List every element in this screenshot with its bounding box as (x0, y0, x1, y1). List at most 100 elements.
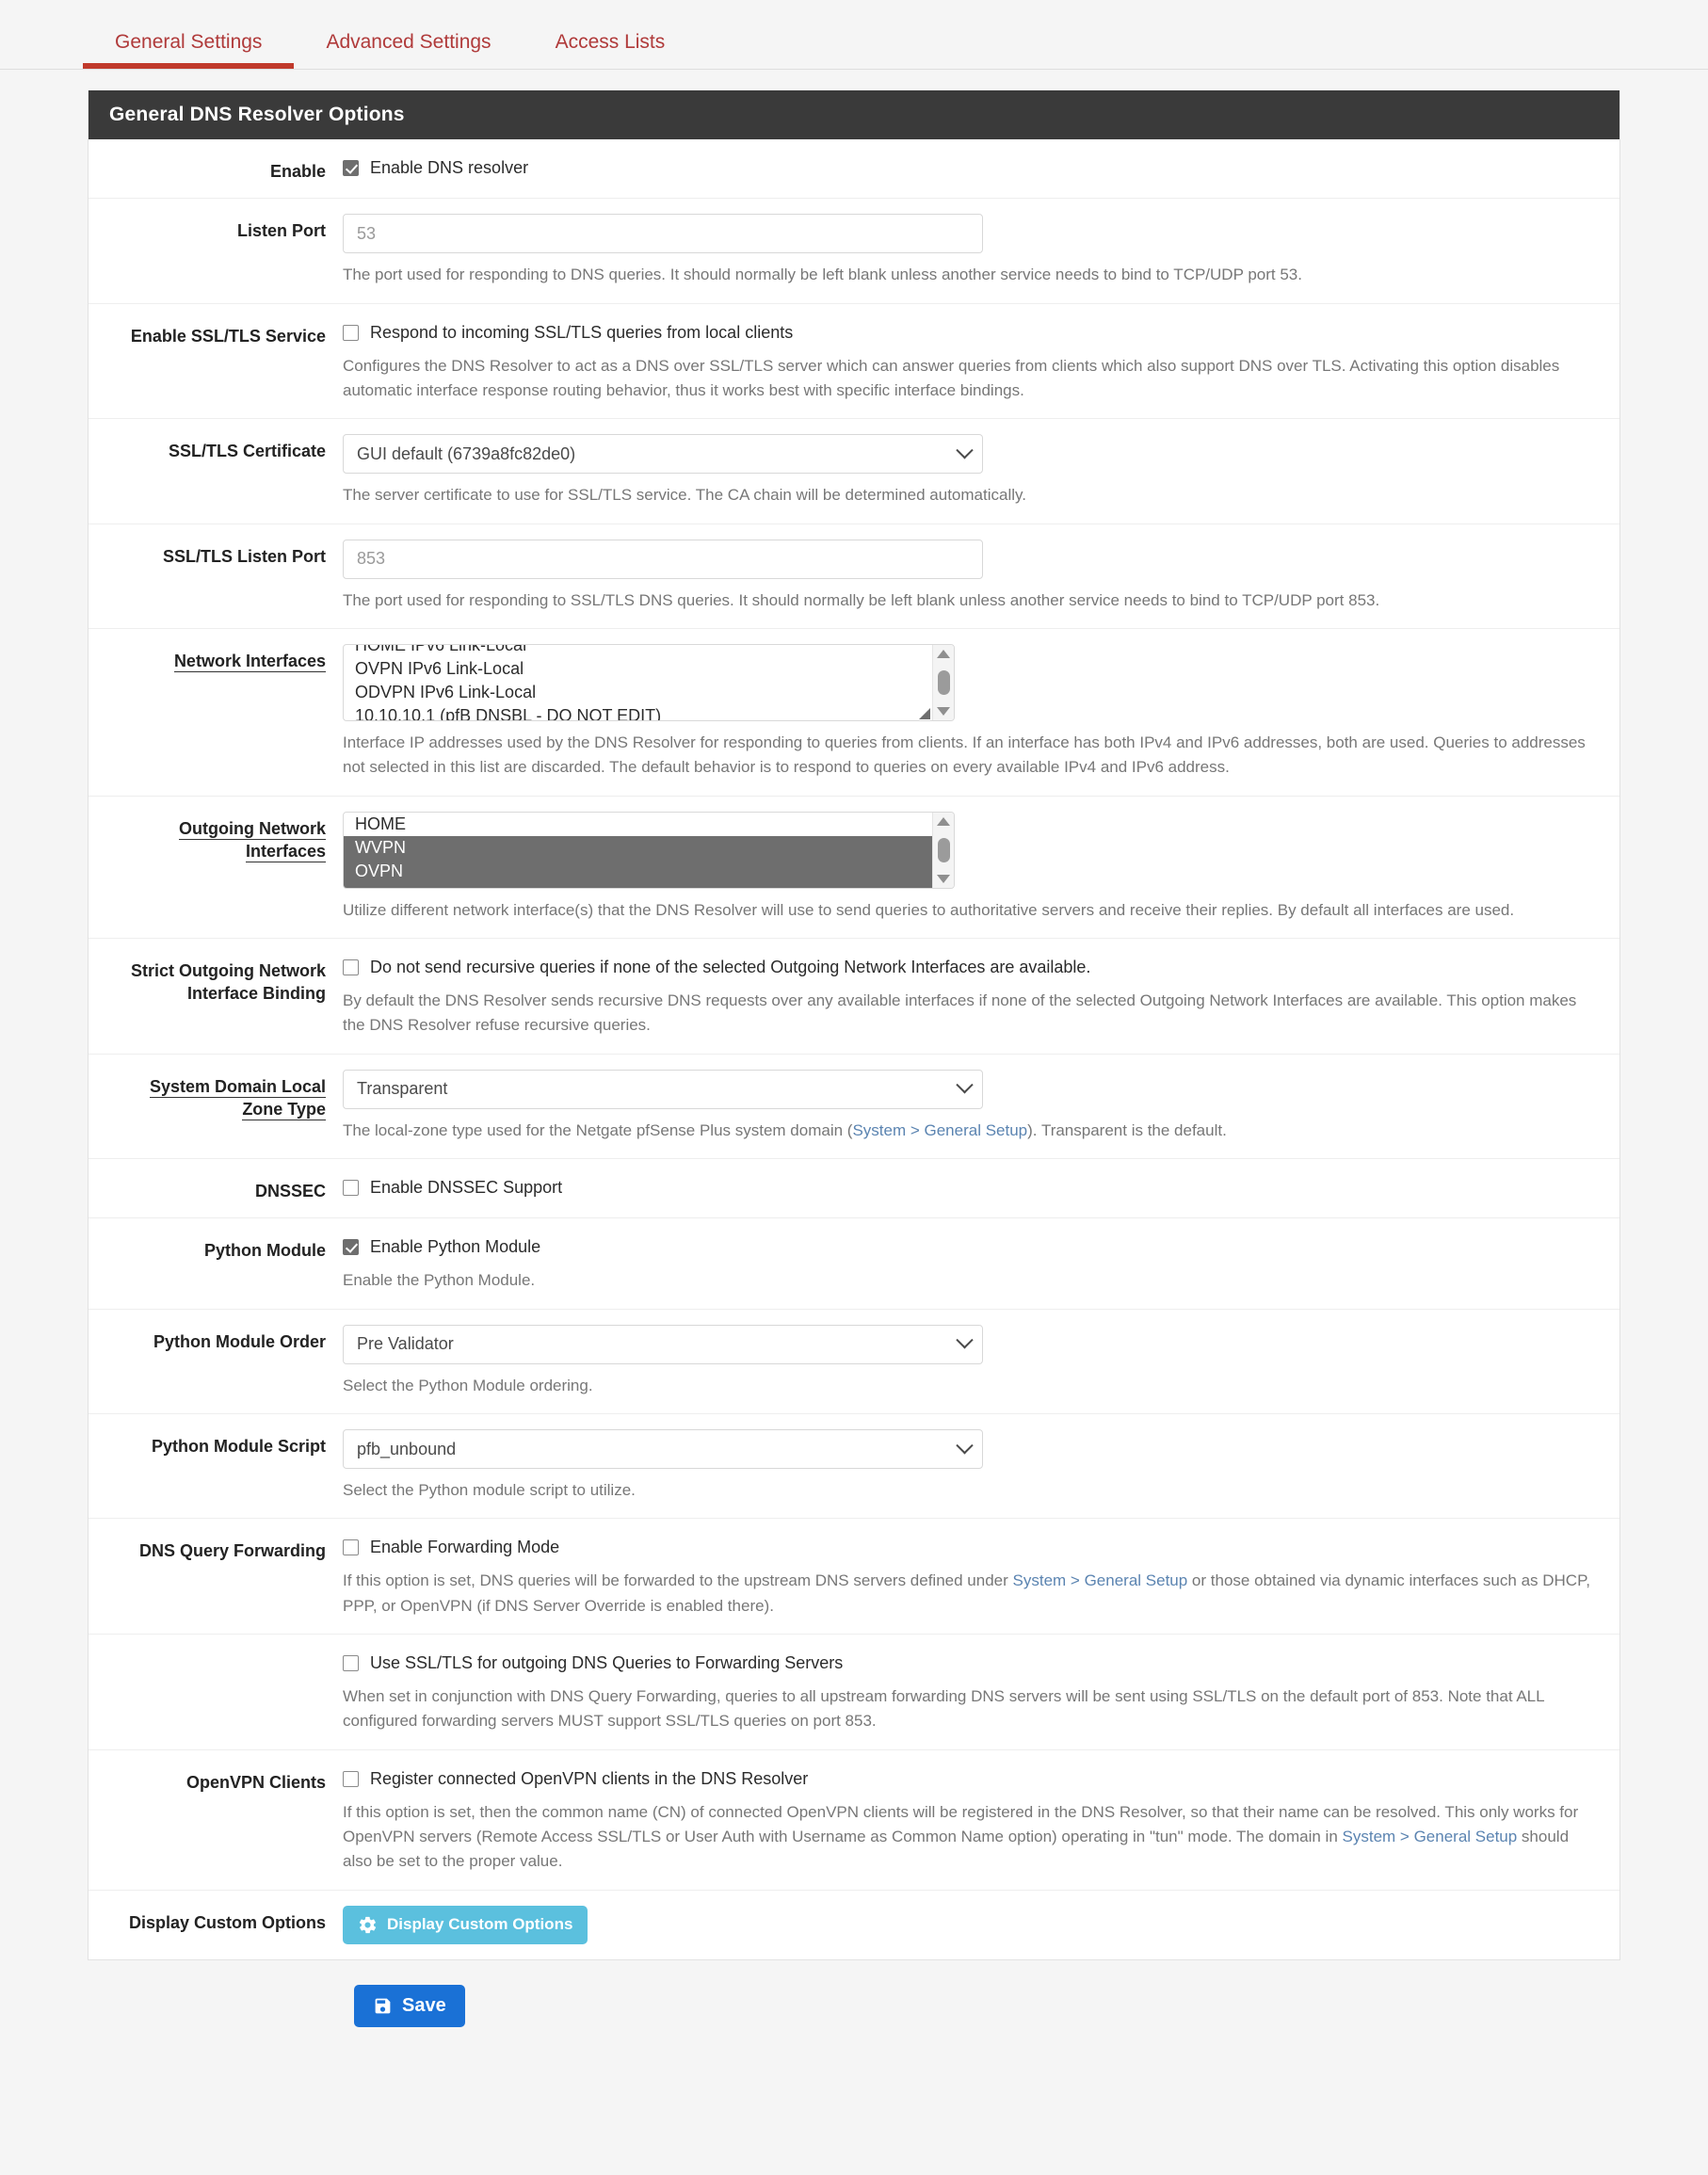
scroll-down-arrow-icon[interactable] (937, 874, 950, 883)
tab-general-settings[interactable]: General Settings (83, 31, 295, 69)
forwarding-ssl-tls-label[interactable]: Use SSL/TLS for outgoing DNS Queries to … (370, 1653, 843, 1673)
row-outgoing-network-interfaces: Outgoing Network Interfaces HOME WVPN OV… (89, 797, 1619, 940)
label-display-custom-options: Display Custom Options (128, 1912, 326, 1932)
row-ssl-tls-service: Enable SSL/TLS Service Respond to incomi… (89, 304, 1619, 420)
forwarding-ssl-tls-checkbox[interactable] (343, 1655, 359, 1672)
resize-grip-icon[interactable] (919, 708, 930, 720)
body-network-interfaces: HOME IPv6 Link-Local OVPN IPv6 Link-Loca… (343, 644, 1619, 781)
label-listen-port: Listen Port (236, 221, 326, 241)
list-item[interactable]: ODVPN IPv6 Link-Local (344, 681, 932, 704)
label-ssl-tls-listen-port: SSL/TLS Listen Port (162, 546, 326, 566)
display-custom-options-button[interactable]: Display Custom Options (343, 1905, 588, 1944)
row-openvpn-clients: OpenVPN Clients Register connected OpenV… (89, 1750, 1619, 1891)
enable-dns-resolver-checkbox[interactable] (343, 160, 359, 176)
network-interfaces-options[interactable]: HOME IPv6 Link-Local OVPN IPv6 Link-Loca… (344, 645, 932, 720)
outgoing-network-interfaces-scrollbar[interactable] (932, 812, 954, 888)
ssl-tls-listen-port-input[interactable] (343, 539, 983, 579)
python-module-help: Enable the Python Module. (343, 1271, 536, 1290)
label-openvpn-clients: OpenVPN Clients (185, 1772, 326, 1792)
list-item[interactable]: HOME IPv6 Link-Local (344, 645, 932, 657)
outgoing-network-interfaces-listbox[interactable]: HOME WVPN OVPN ODVPN WAN IPv6 Link-Local (343, 811, 955, 889)
ssl-tls-listen-port-help: The port used for responding to SSL/TLS … (343, 590, 1380, 609)
dnssec-label[interactable]: Enable DNSSEC Support (370, 1178, 562, 1198)
outgoing-network-interfaces-options[interactable]: HOME WVPN OVPN ODVPN WAN IPv6 Link-Local (344, 813, 932, 888)
list-item[interactable]: OVPN IPv6 Link-Local (344, 657, 932, 681)
strict-binding-checkline[interactable]: Do not send recursive queries if none of… (343, 954, 1597, 979)
chevron-down-icon (956, 1076, 974, 1094)
body-ssl-tls-listen-port: The port used for responding to SSL/TLS … (343, 539, 1619, 613)
list-item[interactable]: ODVPN (344, 882, 932, 888)
save-button[interactable]: Save (354, 1984, 465, 2027)
tab-access-lists-label: Access Lists (555, 31, 666, 53)
scrollbar-thumb[interactable] (937, 837, 950, 862)
dns-query-forwarding-checkline[interactable]: Enable Forwarding Mode (343, 1534, 1597, 1559)
save-icon (375, 1998, 391, 2014)
system-domain-zone-type-select[interactable]: Transparent (343, 1069, 983, 1109)
python-module-script-value: pfb_unbound (357, 1439, 457, 1458)
strict-binding-help: By default the DNS Resolver sends recurs… (343, 991, 1577, 1035)
body-dnssec: Enable DNSSEC Support (343, 1174, 1619, 1200)
chevron-down-icon (956, 441, 974, 459)
python-module-script-select[interactable]: pfb_unbound (343, 1429, 983, 1470)
row-ssl-tls-certificate: SSL/TLS Certificate GUI default (6739a8f… (89, 419, 1619, 524)
save-button-label: Save (402, 1994, 446, 2016)
label-outgoing-network-interfaces: Outgoing Network Interfaces (179, 818, 326, 862)
save-bar: Save (88, 1959, 1620, 2052)
body-openvpn-clients: Register connected OpenVPN clients in th… (343, 1765, 1619, 1875)
tab-general-settings-label: General Settings (115, 31, 263, 53)
settings-tabbar: General Settings Advanced Settings Acces… (0, 0, 1708, 70)
enable-dns-resolver-checkline[interactable]: Enable DNS resolver (343, 154, 1597, 180)
network-interfaces-listbox[interactable]: HOME IPv6 Link-Local OVPN IPv6 Link-Loca… (343, 644, 955, 722)
strict-binding-label[interactable]: Do not send recursive queries if none of… (370, 958, 1090, 977)
dns-query-forwarding-label[interactable]: Enable Forwarding Mode (370, 1538, 559, 1557)
label-python-module-script: Python Module Script (151, 1437, 326, 1457)
tab-access-lists[interactable]: Access Lists (524, 32, 698, 69)
list-item[interactable]: 10.10.10.1 (pfB DNSBL - DO NOT EDIT) (344, 704, 932, 720)
dns-query-forwarding-checkbox[interactable] (343, 1539, 359, 1556)
openvpn-clients-checkline[interactable]: Register connected OpenVPN clients in th… (343, 1765, 1597, 1791)
python-module-checkbox[interactable] (343, 1239, 359, 1256)
ssl-tls-certificate-select[interactable]: GUI default (6739a8fc82de0) (343, 434, 983, 475)
label-system-domain-zone-type: System Domain Local Zone Type (149, 1076, 326, 1121)
label-dnssec: DNSSEC (254, 1182, 326, 1201)
body-display-custom-options: Display Custom Options (343, 1905, 1619, 1944)
python-module-order-select[interactable]: Pre Validator (343, 1324, 983, 1364)
dnssec-checkbox[interactable] (343, 1180, 359, 1197)
label-python-module-order: Python Module Order (153, 1331, 326, 1351)
system-general-setup-link[interactable]: System > General Setup (852, 1121, 1027, 1139)
dns-query-forwarding-help: If this option is set, DNS queries will … (343, 1571, 1590, 1615)
scroll-up-arrow-icon[interactable] (937, 650, 950, 659)
body-enable: Enable DNS resolver (343, 154, 1619, 180)
openvpn-clients-label[interactable]: Register connected OpenVPN clients in th… (370, 1769, 808, 1789)
ssl-tls-service-checkbox[interactable] (343, 324, 359, 341)
forwarding-ssl-tls-checkline[interactable]: Use SSL/TLS for outgoing DNS Queries to … (343, 1650, 1597, 1675)
python-module-script-help: Select the Python module script to utili… (343, 1481, 636, 1500)
ssl-tls-service-checkline[interactable]: Respond to incoming SSL/TLS queries from… (343, 319, 1597, 345)
scroll-up-arrow-icon[interactable] (937, 816, 950, 826)
python-module-order-value: Pre Validator (357, 1334, 454, 1354)
list-item[interactable]: OVPN (344, 859, 932, 883)
list-item[interactable]: WVPN (344, 835, 932, 860)
resize-grip-icon[interactable] (919, 866, 930, 878)
python-module-label[interactable]: Enable Python Module (370, 1237, 540, 1257)
scrollbar-thumb[interactable] (937, 670, 950, 696)
row-system-domain-zone-type: System Domain Local Zone Type Transparen… (89, 1055, 1619, 1160)
system-general-setup-link[interactable]: System > General Setup (1343, 1828, 1518, 1845)
strict-binding-checkbox[interactable] (343, 959, 359, 976)
system-domain-zone-type-help: The local-zone type used for the Netgate… (343, 1120, 1227, 1139)
gear-icon (359, 1916, 377, 1933)
general-dns-resolver-options-panel: General DNS Resolver Options Enable Enab… (88, 90, 1620, 1960)
ssl-tls-service-label[interactable]: Respond to incoming SSL/TLS queries from… (370, 323, 793, 343)
tab-advanced-settings[interactable]: Advanced Settings (294, 32, 523, 69)
python-module-checkline[interactable]: Enable Python Module (343, 1233, 1597, 1259)
enable-dns-resolver-label[interactable]: Enable DNS resolver (370, 158, 528, 178)
listen-port-input[interactable] (343, 214, 983, 254)
openvpn-clients-checkbox[interactable] (343, 1770, 359, 1787)
row-dnssec: DNSSEC Enable DNSSEC Support (89, 1159, 1619, 1219)
network-interfaces-scrollbar[interactable] (932, 645, 954, 721)
scroll-down-arrow-icon[interactable] (937, 707, 950, 717)
list-item[interactable]: HOME (344, 813, 932, 836)
dnssec-checkline[interactable]: Enable DNSSEC Support (343, 1174, 1597, 1200)
system-general-setup-link[interactable]: System > General Setup (1013, 1571, 1188, 1589)
row-ssl-tls-listen-port: SSL/TLS Listen Port The port used for re… (89, 524, 1619, 630)
